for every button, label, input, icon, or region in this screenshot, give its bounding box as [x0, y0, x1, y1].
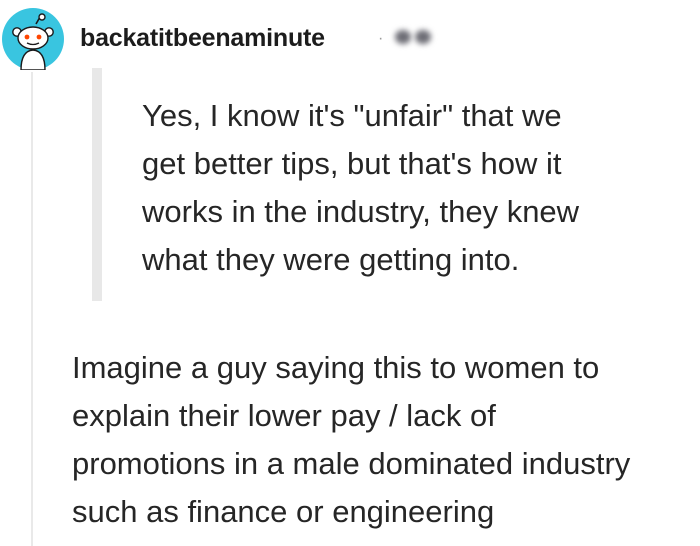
- blockquote: Yes, I know it's "unfair" that we get be…: [92, 68, 652, 301]
- blurred-dot: [395, 30, 411, 44]
- meta-separator: ·: [378, 30, 384, 47]
- comment: backatitbeenaminute · Yes, I know it's "…: [0, 0, 700, 546]
- blurred-meta: [395, 26, 457, 48]
- comment-body: Imagine a guy saying this to women to ex…: [72, 350, 631, 529]
- thread-line[interactable]: [31, 72, 33, 546]
- quote-bar: [92, 68, 102, 301]
- username[interactable]: backatitbeenaminute: [80, 24, 325, 53]
- snoo-avatar-icon[interactable]: [2, 8, 64, 71]
- blurred-dot: [415, 30, 431, 44]
- quote-text: Yes, I know it's "unfair" that we get be…: [142, 98, 580, 277]
